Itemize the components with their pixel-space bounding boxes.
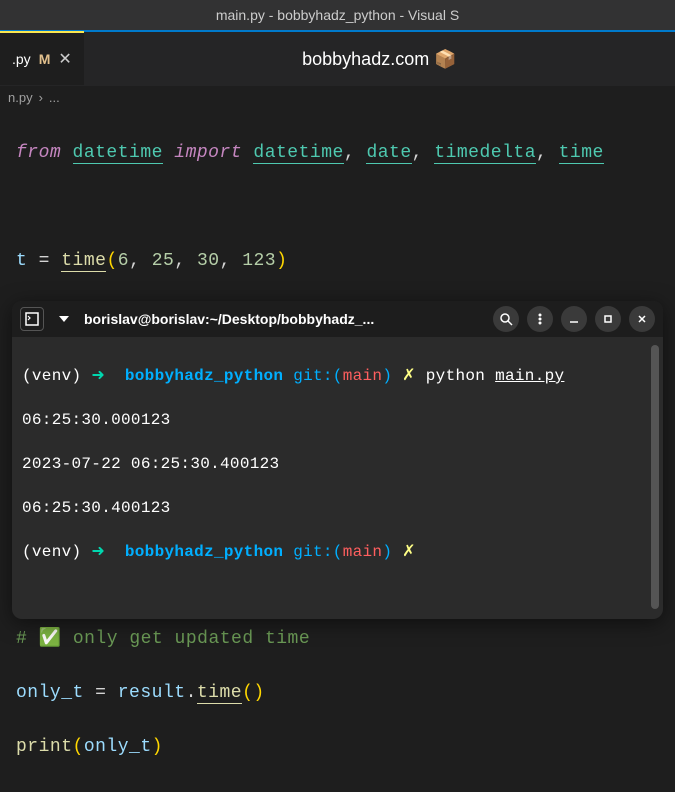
tabs-bar: .py M ✕ bobbyhadz.com 📦 [0,30,675,86]
dropdown-button[interactable] [52,307,76,331]
search-icon [499,312,513,326]
kebab-menu-icon [533,312,547,326]
close-icon [636,313,648,325]
close-button[interactable] [629,306,655,332]
search-button[interactable] [493,306,519,332]
title-bar: main.py - bobbyhadz_python - Visual S [0,0,675,30]
terminal-header: borislav@borislav:~/Desktop/bobbyhadz_..… [12,301,663,337]
breadcrumb-more: ... [49,90,60,105]
breadcrumb[interactable]: n.py › ... [0,86,675,109]
chevron-right-icon: › [39,90,43,105]
terminal-line: 06:25:30.000123 [22,409,653,431]
terminal-window: borislav@borislav:~/Desktop/bobbyhadz_..… [12,301,663,619]
code-line: t = time(6, 25, 30, 123) [16,248,659,275]
code-line [16,194,659,221]
watermark-label: bobbyhadz.com 📦 [84,49,675,70]
code-line: # ✅ only get updated time [16,626,659,653]
minimize-button[interactable] [561,306,587,332]
code-line: print(only_t) [16,734,659,761]
maximize-button[interactable] [595,306,621,332]
tab-modified-indicator: M [39,51,51,67]
breadcrumb-file: n.py [8,90,33,105]
terminal-body[interactable]: (venv) ➜ bobbyhadz_python git:(main) ✗ p… [12,337,663,619]
close-icon[interactable]: ✕ [58,49,71,69]
code-line: from datetime import datetime, date, tim… [16,140,659,167]
maximize-icon [602,313,614,325]
terminal-line: (venv) ➜ bobbyhadz_python git:(main) ✗ p… [22,365,653,387]
new-tab-button[interactable] [20,307,44,331]
terminal-line: 06:25:30.400123 [22,497,653,519]
window-title: main.py - bobbyhadz_python - Visual S [216,7,459,23]
terminal-icon [25,312,39,326]
terminal-line: (venv) ➜ bobbyhadz_python git:(main) ✗ [22,541,653,563]
menu-button[interactable] [527,306,553,332]
terminal-line: 2023-07-22 06:25:30.400123 [22,453,653,475]
chevron-down-icon [59,316,69,322]
terminal-title: borislav@borislav:~/Desktop/bobbyhadz_..… [84,311,485,327]
minimize-icon [568,313,580,325]
code-line: only_t = result.time() [16,680,659,707]
tab-main-py[interactable]: .py M ✕ [0,31,84,85]
tab-filename: .py [12,51,31,67]
scrollbar[interactable] [651,345,659,609]
